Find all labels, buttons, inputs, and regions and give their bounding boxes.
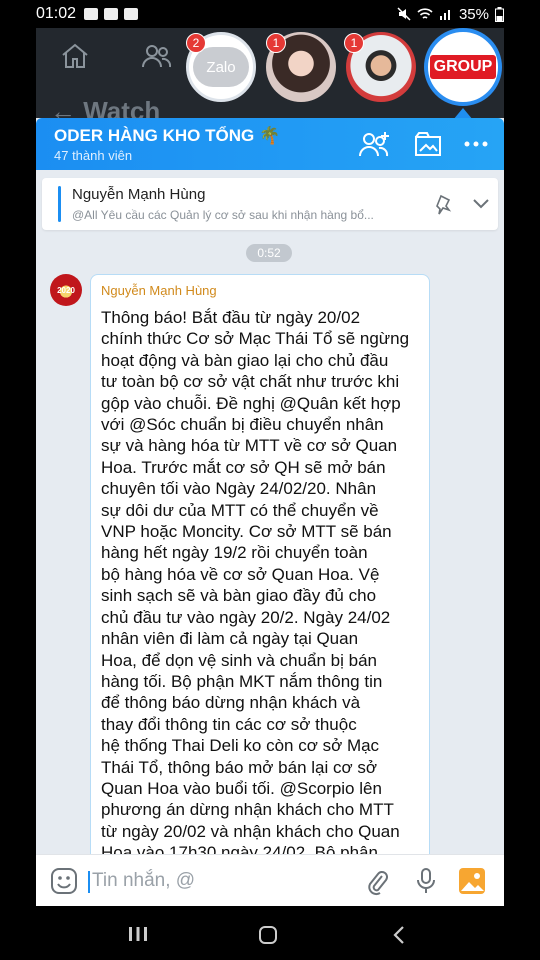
- wifi-icon: [417, 8, 433, 19]
- time-divider: 0:52: [246, 244, 292, 262]
- status-bar: 01:02 35%: [36, 0, 504, 28]
- image-icon[interactable]: [458, 867, 486, 895]
- chat-header: ODER HÀNG KHO TỔNG 🌴 47 thành viên: [36, 118, 504, 170]
- recent-apps-icon[interactable]: [128, 926, 148, 942]
- notification-icon: [104, 8, 119, 20]
- navigation-bar: [0, 906, 540, 960]
- sender-avatar[interactable]: 2020: [50, 274, 82, 306]
- people-icon: [142, 45, 172, 68]
- group-logo: GROUP: [429, 55, 497, 79]
- avatar-text: 2020: [57, 285, 75, 295]
- message-input[interactable]: Tin nhắn, @: [92, 870, 195, 892]
- sticker-icon[interactable]: [50, 867, 78, 895]
- attachment-icon[interactable]: [366, 868, 388, 896]
- contact2-unread-badge: 1: [344, 33, 364, 53]
- member-count: 47 thành viên: [54, 148, 133, 163]
- signal-icon: [439, 10, 450, 20]
- zalo-unread-badge: 2: [186, 33, 206, 53]
- status-right: 35%: [397, 6, 504, 23]
- message-text: Thông báo! Bắt đầu từ ngày 20/02 chính t…: [101, 308, 410, 863]
- text-cursor: [88, 871, 90, 893]
- battery-text: 35%: [458, 5, 489, 23]
- home-button-icon[interactable]: [258, 925, 278, 945]
- notification-icon: [84, 8, 99, 20]
- pin-icon[interactable]: [436, 194, 454, 216]
- chat-window: ODER HÀNG KHO TỔNG 🌴 47 thành viên Nguyễ…: [36, 118, 504, 906]
- zalo-logo-icon: Zalo: [193, 47, 249, 87]
- album-icon[interactable]: [414, 131, 442, 157]
- header-actions: [356, 130, 488, 158]
- chevron-down-icon[interactable]: [472, 198, 490, 210]
- status-time: 01:02: [36, 5, 77, 22]
- notification-icons: [84, 8, 139, 20]
- contact1-unread-badge: 1: [266, 33, 286, 53]
- message-input-bar: Tin nhắn, @: [36, 854, 504, 906]
- microphone-icon[interactable]: [416, 867, 436, 895]
- message-bubble[interactable]: Nguyễn Mạnh Hùng Thông báo! Bắt đầu từ n…: [90, 274, 430, 874]
- pinned-text: @All Yêu cầu các Quản lý cơ sở sau khi n…: [72, 208, 374, 222]
- chat-title[interactable]: ODER HÀNG KHO TỔNG 🌴: [54, 126, 280, 146]
- pinned-accent-bar: [58, 186, 61, 222]
- home-icon: [62, 43, 88, 68]
- back-button-icon[interactable]: [392, 925, 406, 945]
- pinned-sender: Nguyễn Mạnh Hùng: [72, 186, 206, 203]
- group-chat-head[interactable]: GROUP: [424, 28, 502, 106]
- checkbox-notification-icon: [124, 8, 139, 20]
- mute-icon: [397, 7, 411, 21]
- screen: 01:02 35% ← Watch Zalo 2 1 1 GROUP ODER …: [0, 0, 540, 960]
- battery-icon: [495, 6, 504, 22]
- more-icon[interactable]: [464, 140, 488, 148]
- message-sender: Nguyễn Mạnh Hùng: [101, 283, 217, 298]
- pinned-message[interactable]: Nguyễn Mạnh Hùng @All Yêu cầu các Quản l…: [42, 178, 498, 230]
- add-member-icon[interactable]: [356, 130, 392, 158]
